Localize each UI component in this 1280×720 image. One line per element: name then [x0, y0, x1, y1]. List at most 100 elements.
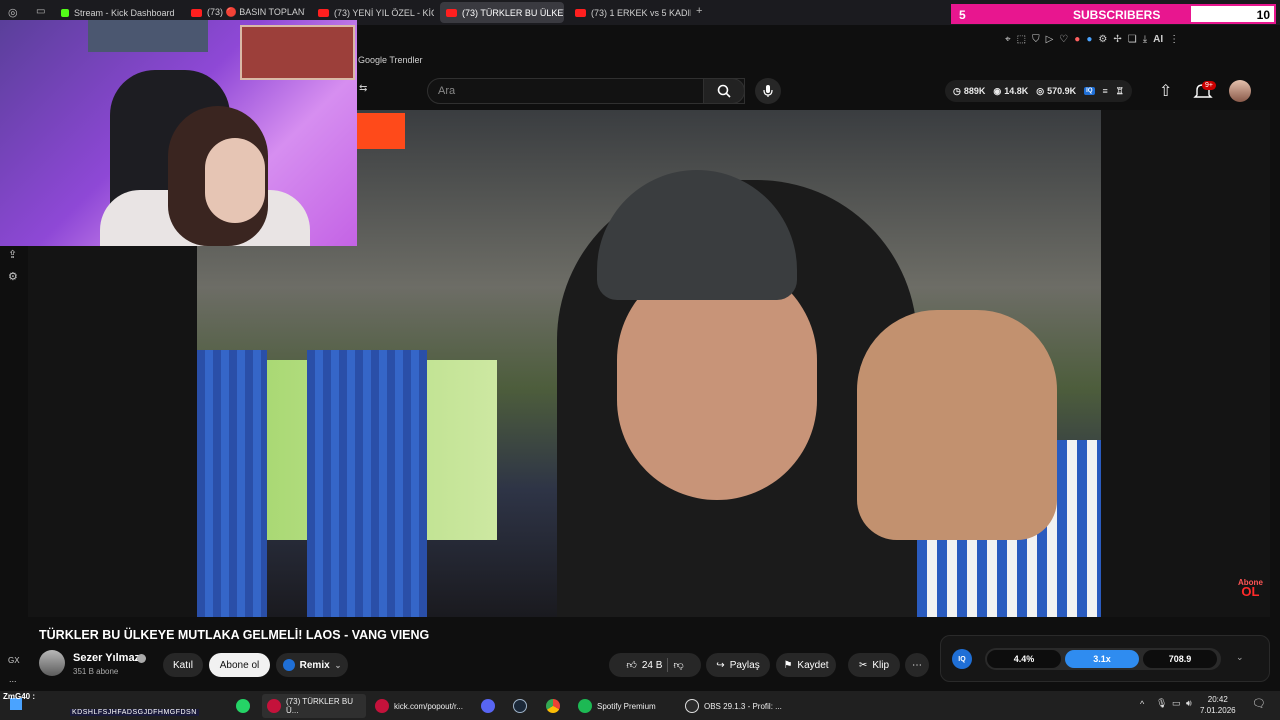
speed-current-segment[interactable]: 3.1x [1065, 650, 1139, 668]
list-icon[interactable]: ≡ [1103, 86, 1108, 96]
subscribers-goal: 10 [1256, 8, 1270, 22]
microphone-tray-icon[interactable]: 🎙︎ [1156, 698, 1167, 709]
screenshot-icon[interactable]: ⬚ [1017, 34, 1026, 45]
taskbar-item-spotify[interactable]: Spotify Premium [573, 694, 671, 718]
subscribe-button[interactable]: Abone ol [209, 653, 270, 677]
ai-icon[interactable]: AI [1153, 34, 1163, 45]
youtube-icon [318, 8, 329, 17]
copy-icon[interactable]: ❏ [1128, 34, 1137, 45]
webcam-wall-poster [88, 20, 208, 52]
youtube-icon [575, 8, 586, 17]
spotify-icon [578, 699, 592, 713]
video-title: TÜRKLER BU ÜLKEYE MUTLAKA GELMELİ! LAOS … [39, 628, 430, 642]
notification-badge: 9+ [1202, 81, 1216, 90]
channel-avatar[interactable] [39, 650, 65, 676]
tab-1-erkek-5-kadin[interactable]: (73) 1 ERKEK vs 5 KADIN [569, 2, 691, 23]
share-icon[interactable]: ⇪ [8, 248, 17, 261]
channel-name[interactable]: Sezer Yılmaz [73, 652, 140, 664]
opera-icon [267, 699, 281, 713]
stream-ticker-text: KDSHLFSJHFADSGJDFHMGFDSN [70, 709, 199, 716]
speed-right-segment[interactable]: 708.9 [1143, 650, 1217, 668]
youtube-header: ⇆ Ara ◷ 889K ◉ 14.8K ◎ 570.9K IQ ≡ ♖ ⇧ 9+ [357, 72, 1280, 110]
more-icon: ⋯ [912, 659, 922, 671]
upload-icon[interactable]: ⇧ [1159, 81, 1172, 101]
trophy-icon[interactable]: ♖ [1116, 86, 1124, 97]
mini-sidebar: ⇪ ⚙ GX ... [0, 246, 28, 691]
iq-extension-icon[interactable]: IQ [1084, 87, 1095, 95]
chrome-icon[interactable] [546, 699, 560, 713]
speed-left-segment[interactable]: 4.4% [987, 650, 1061, 668]
video-curtain [197, 350, 267, 617]
tray-chevron-icon[interactable]: ^ [1140, 699, 1144, 709]
pin-icon[interactable]: ⌖ [1005, 34, 1011, 45]
kick-icon [61, 8, 69, 17]
stat-item: ◉ 14.8K [993, 85, 1029, 97]
remix-button[interactable]: Remix ⌄ [276, 653, 348, 677]
thumbs-down-icon[interactable]: 👎︎ [673, 659, 683, 671]
shield-icon[interactable]: ⛉ [1032, 34, 1040, 45]
puzzle-icon[interactable]: ✢ [1113, 34, 1121, 45]
settings-icon[interactable]: ⚙ [8, 270, 18, 283]
microphone-icon [763, 85, 773, 97]
taskbar-item-obs[interactable]: OBS 29.1.3 - Profil: ... [680, 694, 788, 718]
whatsapp-icon[interactable] [236, 699, 250, 713]
like-count: 24 B [641, 659, 663, 671]
taskbar-item-youtube-tab[interactable]: (73) TÜRKLER BU Ü... [262, 694, 366, 718]
speed-selector[interactable]: 4.4% 3.1x 708.9 [985, 648, 1221, 670]
account-avatar[interactable] [1229, 80, 1251, 102]
extension-badge-icon[interactable]: ● [1074, 34, 1080, 45]
volume-icon[interactable]: 🔊︎ [1186, 698, 1192, 709]
like-dislike-group[interactable]: 👍︎ 24 B 👎︎ [609, 653, 701, 677]
chat-username-overlay: ZmG40 : [3, 692, 36, 701]
video-person-hand [857, 310, 1057, 540]
eye-icon: ◉ [993, 85, 1002, 96]
search-icon [717, 84, 731, 98]
tab-turkler-bu-ulkeye[interactable]: (73) TÜRKLER BU ÜLKEYE [440, 2, 564, 23]
more-actions-button[interactable]: ⋯ [905, 653, 929, 677]
notification-center-icon[interactable]: 🗨︎ [1252, 697, 1266, 710]
steam-icon[interactable] [513, 699, 527, 713]
stat-item: ◷ 889K [953, 85, 986, 97]
play-icon[interactable]: ▷ [1046, 34, 1054, 45]
taskbar-item-kick-popout[interactable]: kick.com/popout/r... [370, 694, 474, 718]
sidebar-toggle-icon[interactable]: ▭ [36, 6, 45, 17]
chevron-down-icon[interactable]: ⌄ [1236, 652, 1244, 663]
new-tab-button[interactable]: + [696, 5, 702, 17]
views-icon: ◎ [1036, 85, 1045, 96]
subscribers-goal-overlay: 5 SUBSCRIBERS 10 [951, 4, 1276, 24]
menu-icon[interactable]: ⋮ [1169, 34, 1179, 45]
save-button[interactable]: ⚑ Kaydet [776, 653, 836, 677]
discord-icon[interactable] [481, 699, 495, 713]
playback-speed-panel: IQ 4.4% 3.1x 708.9 ⌄ [940, 635, 1270, 682]
filter-icon[interactable]: ⇆ [359, 83, 367, 94]
video-curtain [307, 350, 427, 617]
system-clock[interactable]: 20:42 7.01.2026 [1200, 694, 1236, 716]
obs-icon [685, 699, 699, 713]
join-button[interactable]: Katıl [163, 653, 203, 677]
gear-icon[interactable]: ⚙ [1098, 34, 1107, 45]
subscribers-count: 5 [959, 8, 966, 22]
webcam-wall-poster [240, 25, 355, 80]
share-arrow-icon: ↪ [716, 659, 725, 671]
clock-icon: ◷ [953, 85, 961, 96]
scissors-icon: ✂ [858, 659, 868, 671]
bookmark-google-trends[interactable]: Google Trendler [358, 55, 423, 65]
clip-button[interactable]: ✂ Klip [848, 653, 900, 677]
heart-icon[interactable]: ♡ [1059, 34, 1068, 45]
thumbs-up-icon[interactable]: 👍︎ [626, 659, 636, 671]
browser-menu-icon[interactable]: ◎ [8, 6, 18, 19]
youtube-icon [191, 8, 202, 17]
channel-stats-pill: ◷ 889K ◉ 14.8K ◎ 570.9K IQ ≡ ♖ [945, 80, 1132, 102]
network-icon[interactable]: ▭ [1172, 698, 1181, 709]
gx-label[interactable]: GX [8, 656, 20, 665]
subscribe-watermark[interactable]: Abone OL [1238, 578, 1263, 598]
extension-blue-icon[interactable]: ● [1086, 34, 1092, 45]
more-label[interactable]: ... [9, 674, 17, 684]
search-input[interactable]: Ara [427, 78, 745, 104]
stat-item: ◎ 570.9K [1036, 85, 1077, 97]
share-button[interactable]: ↪ Paylaş [706, 653, 770, 677]
download-icon[interactable]: ⤓ [1143, 34, 1147, 45]
voice-search-button[interactable] [755, 78, 781, 104]
subscribers-label: SUBSCRIBERS [1073, 8, 1161, 22]
search-button[interactable] [703, 78, 745, 104]
